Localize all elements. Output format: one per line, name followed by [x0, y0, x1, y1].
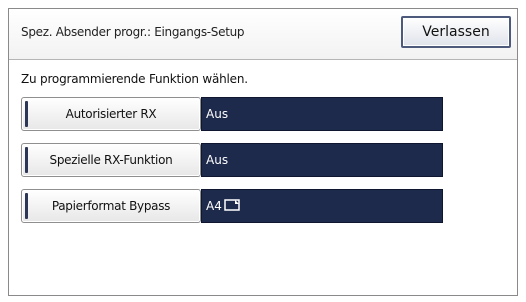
button-accent	[25, 193, 28, 219]
settings-panel: Spez. Absender progr.: Eingangs-Setup Ve…	[8, 8, 518, 296]
instruction-text: Zu programmierende Funktion wählen.	[21, 72, 248, 86]
authorized-rx-value: Aus	[201, 97, 443, 131]
exit-button[interactable]: Verlassen	[401, 16, 511, 48]
setting-row-special-rx: Spezielle RX-Funktion Aus	[21, 143, 443, 177]
authorized-rx-button[interactable]: Autorisierter RX	[21, 97, 201, 131]
paper-landscape-icon	[224, 191, 242, 223]
paper-size-text: A4	[206, 199, 222, 213]
title-bar: Spez. Absender progr.: Eingangs-Setup Ve…	[9, 9, 517, 60]
screen-title: Spez. Absender progr.: Eingangs-Setup	[21, 25, 245, 39]
button-accent	[25, 101, 28, 127]
paper-bypass-button[interactable]: Papierformat Bypass	[21, 189, 201, 223]
authorized-rx-label: Autorisierter RX	[65, 107, 157, 121]
special-rx-label: Spezielle RX-Funktion	[49, 153, 173, 167]
paper-bypass-label: Papierformat Bypass	[51, 199, 171, 213]
paper-bypass-value: A4	[201, 189, 443, 223]
special-rx-value: Aus	[201, 143, 443, 177]
setting-row-authorized-rx: Autorisierter RX Aus	[21, 97, 443, 131]
special-rx-button[interactable]: Spezielle RX-Funktion	[21, 143, 201, 177]
button-accent	[25, 147, 28, 173]
setting-row-paper-bypass: Papierformat Bypass A4	[21, 189, 443, 223]
